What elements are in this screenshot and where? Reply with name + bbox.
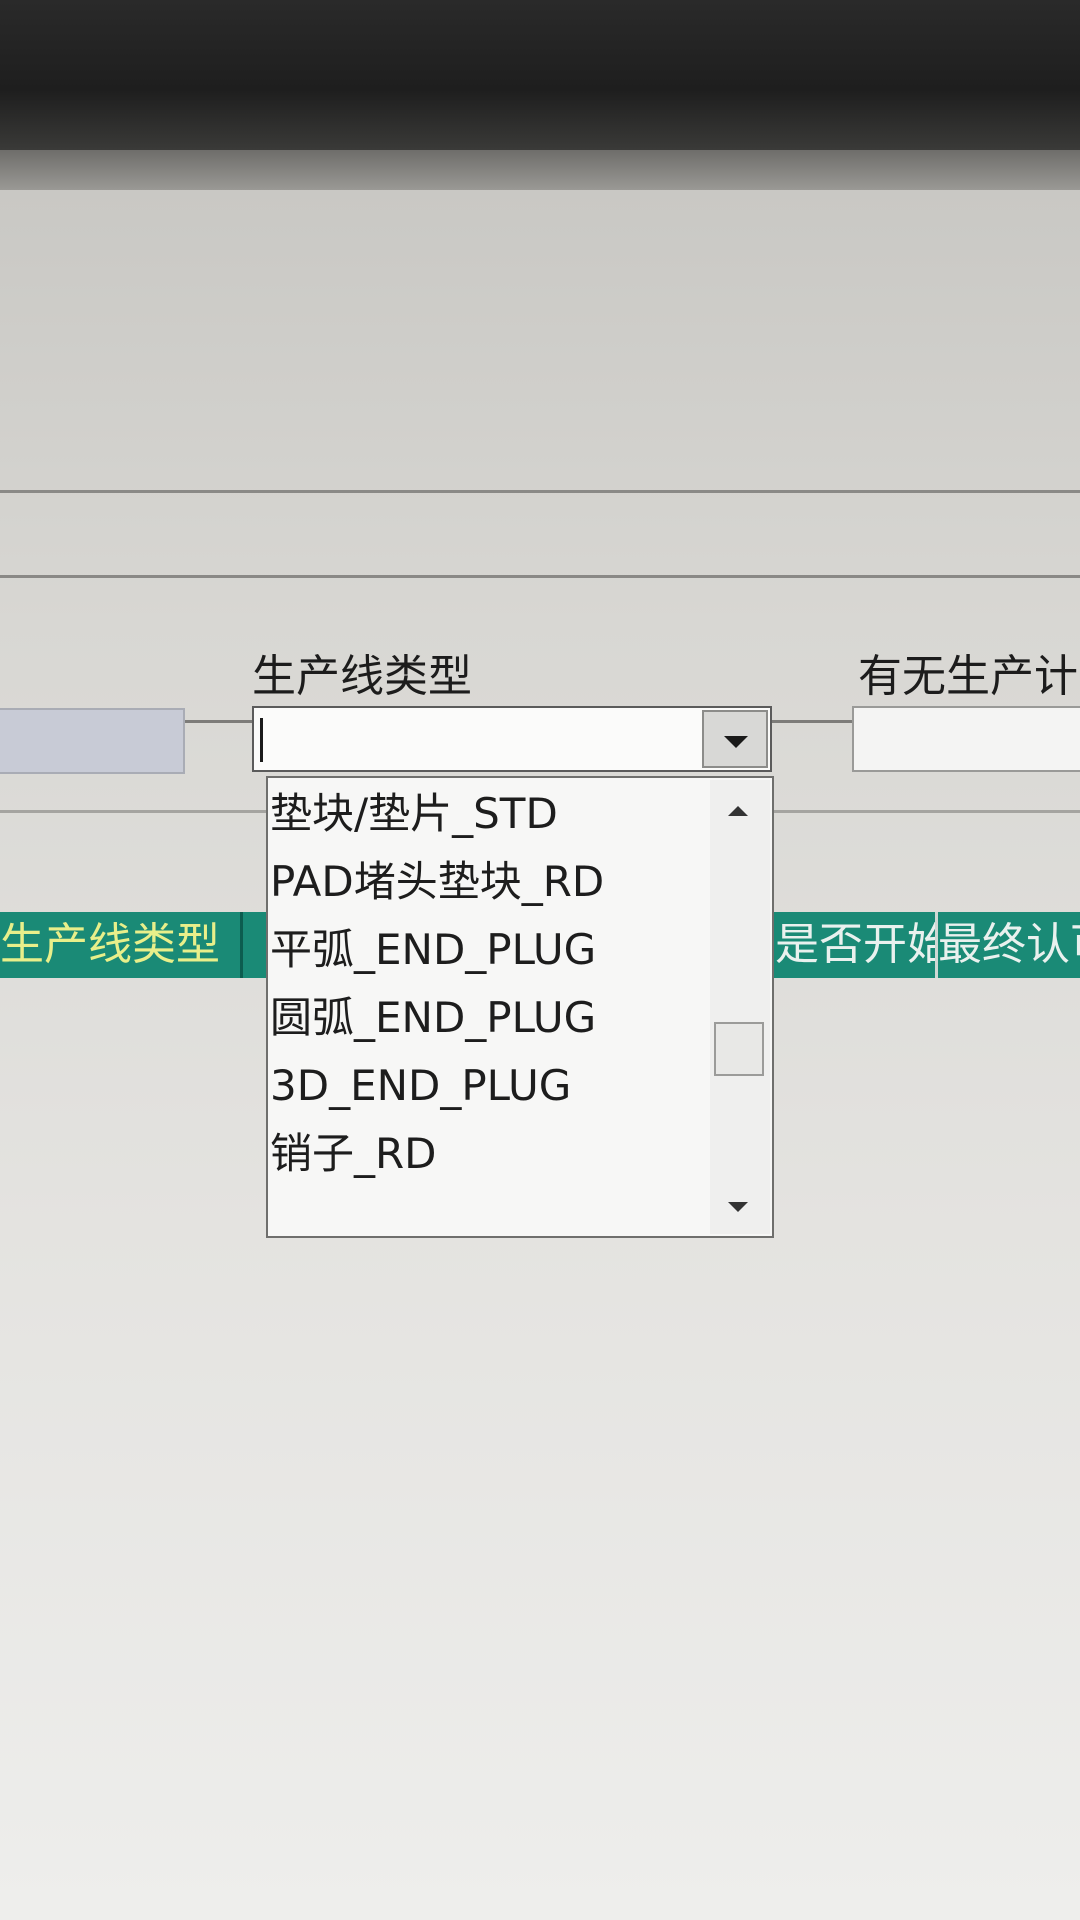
grid-column-header-started[interactable]: 是否开始 (775, 912, 938, 978)
dropdown-option[interactable]: 销子_RD (270, 1120, 437, 1188)
grid-column-header-line-type[interactable]: 生产线类型 (0, 912, 243, 978)
dropdown-option[interactable]: PAD堵头垫块_RD (270, 848, 604, 916)
grid-column-header-final-approval[interactable]: 最终认可 (938, 912, 1080, 978)
text-caret (260, 718, 263, 762)
scroll-up-icon[interactable] (728, 806, 748, 816)
scrollbar-thumb[interactable] (714, 1022, 764, 1076)
monitor-bezel (0, 0, 1080, 150)
dropdown-option[interactable]: 圆弧_END_PLUG (270, 984, 596, 1052)
dropdown-option[interactable]: 平弧_END_PLUG (270, 916, 596, 984)
has-plan-input[interactable] (852, 706, 1080, 772)
dropdown-option[interactable]: 垫块/垫片_STD (270, 780, 558, 848)
divider (0, 575, 1080, 578)
has-plan-label: 有无生产计 (858, 651, 1078, 702)
monitor-bezel-edge (0, 150, 1080, 190)
scroll-down-icon[interactable] (728, 1202, 748, 1212)
line-type-combobox[interactable] (252, 706, 772, 772)
divider (0, 490, 1080, 493)
line-type-label: 生产线类型 (252, 651, 472, 702)
dropdown-option[interactable]: 3D_END_PLUG (270, 1052, 571, 1120)
dropdown-scrollbar[interactable] (710, 780, 770, 1234)
chevron-down-icon (724, 736, 748, 748)
combo-dropdown-button[interactable] (702, 710, 768, 768)
previous-field-input[interactable] (0, 708, 185, 774)
line-type-dropdown-list: 垫块/垫片_STD PAD堵头垫块_RD 平弧_END_PLUG 圆弧_END_… (266, 776, 774, 1238)
